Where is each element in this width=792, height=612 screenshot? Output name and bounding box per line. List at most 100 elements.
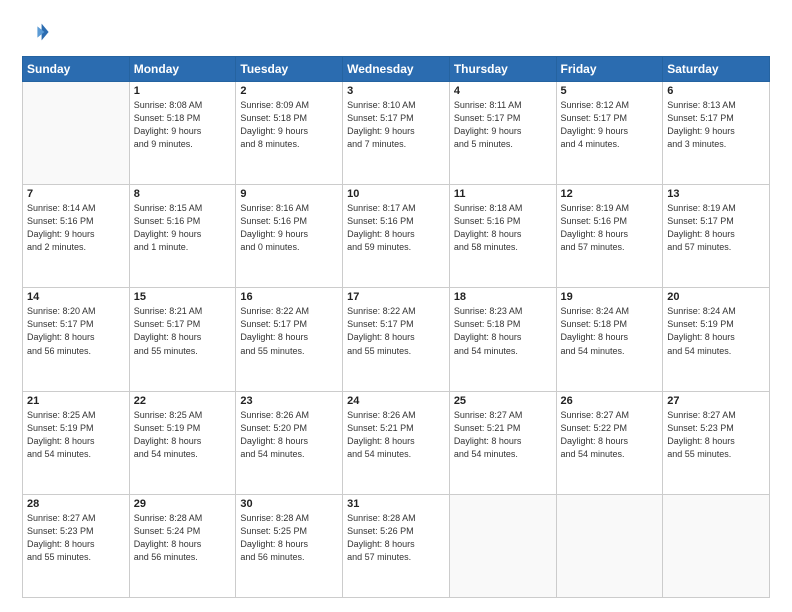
day-info: Sunrise: 8:23 AM Sunset: 5:18 PM Dayligh… bbox=[454, 305, 552, 357]
day-info: Sunrise: 8:24 AM Sunset: 5:18 PM Dayligh… bbox=[561, 305, 659, 357]
calendar-header-row: SundayMondayTuesdayWednesdayThursdayFrid… bbox=[23, 57, 770, 82]
day-number: 22 bbox=[134, 395, 232, 407]
day-info: Sunrise: 8:12 AM Sunset: 5:17 PM Dayligh… bbox=[561, 99, 659, 151]
calendar-cell: 23Sunrise: 8:26 AM Sunset: 5:20 PM Dayli… bbox=[236, 391, 343, 494]
day-number: 21 bbox=[27, 395, 125, 407]
calendar-cell: 8 Sunrise: 8:15 AM Sunset: 5:16 PM Daylig… bbox=[129, 185, 236, 288]
day-number: 7 bbox=[27, 188, 125, 200]
day-info: Sunrise: 8:08 AM Sunset: 5:18 PM Dayligh… bbox=[134, 99, 232, 151]
day-info: Sunrise: 8:11 AM Sunset: 5:17 PM Dayligh… bbox=[454, 99, 552, 151]
day-number: 10 bbox=[347, 188, 445, 200]
day-info: Sunrise: 8:22 AM Sunset: 5:17 PM Dayligh… bbox=[347, 305, 445, 357]
calendar-day-header: Monday bbox=[129, 57, 236, 82]
calendar-week-row: 21 Sunrise: 8:25 AM Sunset: 5:19 PM Dayli… bbox=[23, 391, 770, 494]
calendar-cell: 7 Sunrise: 8:14 AM Sunset: 5:16 PM Daylig… bbox=[23, 185, 130, 288]
day-number: 17 bbox=[347, 291, 445, 303]
calendar-cell: 12Sunrise: 8:19 AM Sunset: 5:16 PM Dayli… bbox=[556, 185, 663, 288]
day-number: 28 bbox=[27, 498, 125, 510]
calendar-cell: 29 Sunrise: 8:28 AM Sunset: 5:24 PM Dayli… bbox=[129, 494, 236, 597]
day-info: Sunrise: 8:18 AM Sunset: 5:16 PM Dayligh… bbox=[454, 202, 552, 254]
day-number: 2 bbox=[240, 85, 338, 97]
logo-icon bbox=[22, 18, 50, 46]
day-info: Sunrise: 8:09 AM Sunset: 5:18 PM Dayligh… bbox=[240, 99, 338, 151]
day-number: 8 bbox=[134, 188, 232, 200]
calendar-day-header: Wednesday bbox=[343, 57, 450, 82]
day-info: Sunrise: 8:28 AM Sunset: 5:26 PM Dayligh… bbox=[347, 512, 445, 564]
calendar-week-row: 14Sunrise: 8:20 AM Sunset: 5:17 PM Dayli… bbox=[23, 288, 770, 391]
day-info: Sunrise: 8:26 AM Sunset: 5:21 PM Dayligh… bbox=[347, 409, 445, 461]
calendar-cell: 27 Sunrise: 8:27 AM Sunset: 5:23 PM Dayli… bbox=[663, 391, 770, 494]
day-number: 15 bbox=[134, 291, 232, 303]
calendar-day-header: Saturday bbox=[663, 57, 770, 82]
calendar-cell: 25 Sunrise: 8:27 AM Sunset: 5:21 PM Dayli… bbox=[449, 391, 556, 494]
calendar-cell: 28Sunrise: 8:27 AM Sunset: 5:23 PM Dayli… bbox=[23, 494, 130, 597]
day-number: 31 bbox=[347, 498, 445, 510]
calendar-cell: 5 Sunrise: 8:12 AM Sunset: 5:17 PM Daylig… bbox=[556, 82, 663, 185]
day-number: 20 bbox=[667, 291, 765, 303]
calendar-day-header: Thursday bbox=[449, 57, 556, 82]
calendar-cell: 1 Sunrise: 8:08 AM Sunset: 5:18 PM Daylig… bbox=[129, 82, 236, 185]
day-number: 16 bbox=[240, 291, 338, 303]
calendar-cell: 6Sunrise: 8:13 AM Sunset: 5:17 PM Daylig… bbox=[663, 82, 770, 185]
day-info: Sunrise: 8:25 AM Sunset: 5:19 PM Dayligh… bbox=[27, 409, 125, 461]
calendar-cell: 10 Sunrise: 8:17 AM Sunset: 5:16 PM Dayli… bbox=[343, 185, 450, 288]
day-number: 26 bbox=[561, 395, 659, 407]
page: SundayMondayTuesdayWednesdayThursdayFrid… bbox=[0, 0, 792, 612]
day-info: Sunrise: 8:27 AM Sunset: 5:21 PM Dayligh… bbox=[454, 409, 552, 461]
day-number: 27 bbox=[667, 395, 765, 407]
day-number: 25 bbox=[454, 395, 552, 407]
day-info: Sunrise: 8:16 AM Sunset: 5:16 PM Dayligh… bbox=[240, 202, 338, 254]
day-info: Sunrise: 8:28 AM Sunset: 5:24 PM Dayligh… bbox=[134, 512, 232, 564]
day-info: Sunrise: 8:13 AM Sunset: 5:17 PM Dayligh… bbox=[667, 99, 765, 151]
calendar-cell: 3 Sunrise: 8:10 AM Sunset: 5:17 PM Daylig… bbox=[343, 82, 450, 185]
calendar-cell: 18 Sunrise: 8:23 AM Sunset: 5:18 PM Dayli… bbox=[449, 288, 556, 391]
calendar-table: SundayMondayTuesdayWednesdayThursdayFrid… bbox=[22, 56, 770, 598]
calendar-cell: 31 Sunrise: 8:28 AM Sunset: 5:26 PM Dayli… bbox=[343, 494, 450, 597]
calendar-cell: 15 Sunrise: 8:21 AM Sunset: 5:17 PM Dayli… bbox=[129, 288, 236, 391]
day-number: 12 bbox=[561, 188, 659, 200]
calendar-cell: 21 Sunrise: 8:25 AM Sunset: 5:19 PM Dayli… bbox=[23, 391, 130, 494]
day-number: 3 bbox=[347, 85, 445, 97]
day-info: Sunrise: 8:10 AM Sunset: 5:17 PM Dayligh… bbox=[347, 99, 445, 151]
calendar-cell: 14Sunrise: 8:20 AM Sunset: 5:17 PM Dayli… bbox=[23, 288, 130, 391]
day-info: Sunrise: 8:28 AM Sunset: 5:25 PM Dayligh… bbox=[240, 512, 338, 564]
day-number: 29 bbox=[134, 498, 232, 510]
day-info: Sunrise: 8:24 AM Sunset: 5:19 PM Dayligh… bbox=[667, 305, 765, 357]
calendar-cell: 24 Sunrise: 8:26 AM Sunset: 5:21 PM Dayli… bbox=[343, 391, 450, 494]
calendar-week-row: 7 Sunrise: 8:14 AM Sunset: 5:16 PM Daylig… bbox=[23, 185, 770, 288]
day-number: 9 bbox=[240, 188, 338, 200]
calendar-cell: 2 Sunrise: 8:09 AM Sunset: 5:18 PM Daylig… bbox=[236, 82, 343, 185]
day-info: Sunrise: 8:14 AM Sunset: 5:16 PM Dayligh… bbox=[27, 202, 125, 254]
calendar-day-header: Friday bbox=[556, 57, 663, 82]
calendar-cell: 20 Sunrise: 8:24 AM Sunset: 5:19 PM Dayli… bbox=[663, 288, 770, 391]
day-info: Sunrise: 8:17 AM Sunset: 5:16 PM Dayligh… bbox=[347, 202, 445, 254]
day-number: 18 bbox=[454, 291, 552, 303]
calendar-cell: 4 Sunrise: 8:11 AM Sunset: 5:17 PM Daylig… bbox=[449, 82, 556, 185]
day-info: Sunrise: 8:22 AM Sunset: 5:17 PM Dayligh… bbox=[240, 305, 338, 357]
day-number: 1 bbox=[134, 85, 232, 97]
day-number: 24 bbox=[347, 395, 445, 407]
day-number: 5 bbox=[561, 85, 659, 97]
day-info: Sunrise: 8:27 AM Sunset: 5:22 PM Dayligh… bbox=[561, 409, 659, 461]
day-info: Sunrise: 8:25 AM Sunset: 5:19 PM Dayligh… bbox=[134, 409, 232, 461]
day-number: 11 bbox=[454, 188, 552, 200]
logo bbox=[22, 18, 54, 46]
day-info: Sunrise: 8:21 AM Sunset: 5:17 PM Dayligh… bbox=[134, 305, 232, 357]
day-number: 4 bbox=[454, 85, 552, 97]
day-number: 14 bbox=[27, 291, 125, 303]
header bbox=[22, 18, 770, 46]
calendar-cell bbox=[663, 494, 770, 597]
calendar-cell bbox=[449, 494, 556, 597]
day-info: Sunrise: 8:19 AM Sunset: 5:17 PM Dayligh… bbox=[667, 202, 765, 254]
day-info: Sunrise: 8:26 AM Sunset: 5:20 PM Dayligh… bbox=[240, 409, 338, 461]
day-info: Sunrise: 8:15 AM Sunset: 5:16 PM Dayligh… bbox=[134, 202, 232, 254]
calendar-week-row: 28Sunrise: 8:27 AM Sunset: 5:23 PM Dayli… bbox=[23, 494, 770, 597]
day-number: 13 bbox=[667, 188, 765, 200]
day-number: 30 bbox=[240, 498, 338, 510]
day-info: Sunrise: 8:27 AM Sunset: 5:23 PM Dayligh… bbox=[667, 409, 765, 461]
calendar-cell: 30 Sunrise: 8:28 AM Sunset: 5:25 PM Dayli… bbox=[236, 494, 343, 597]
calendar-cell: 11 Sunrise: 8:18 AM Sunset: 5:16 PM Dayli… bbox=[449, 185, 556, 288]
calendar-cell: 26 Sunrise: 8:27 AM Sunset: 5:22 PM Dayli… bbox=[556, 391, 663, 494]
calendar-day-header: Sunday bbox=[23, 57, 130, 82]
calendar-day-header: Tuesday bbox=[236, 57, 343, 82]
